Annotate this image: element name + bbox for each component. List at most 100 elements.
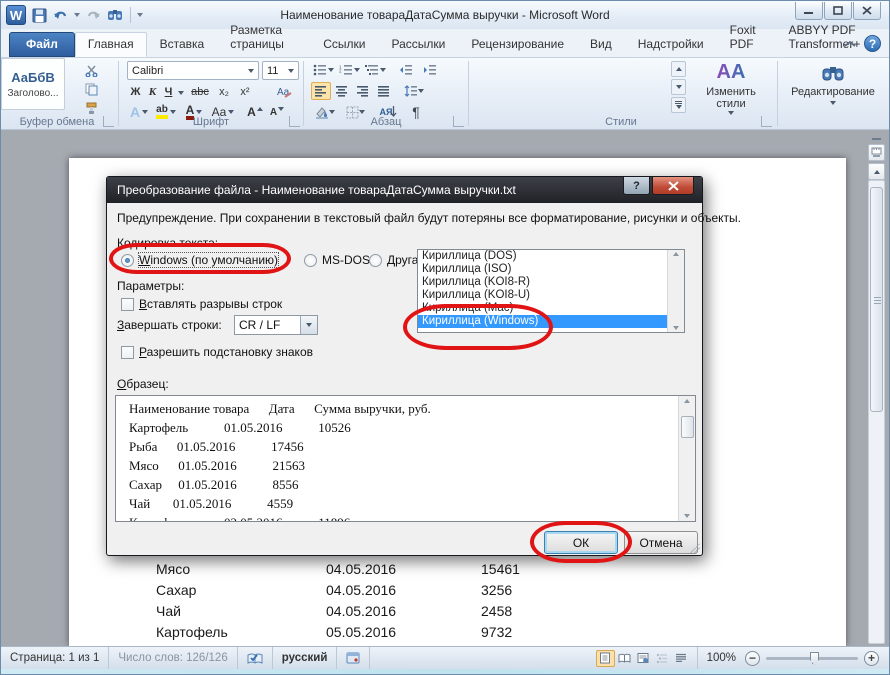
style-card[interactable]: АаБбВ Заголово... — [1, 58, 65, 110]
zoom-in-button[interactable]: + — [864, 651, 879, 666]
scrollbar-track[interactable] — [868, 180, 885, 644]
editing-button[interactable]: Редактирование — [783, 60, 883, 122]
undo-icon[interactable] — [52, 6, 70, 24]
language-indicator[interactable]: русский — [273, 647, 338, 669]
ribbon-tab[interactable]: Вид — [577, 32, 625, 57]
zoom-level[interactable]: 100% — [697, 647, 745, 669]
view-print-layout-button[interactable] — [596, 650, 615, 667]
strikethrough-button[interactable]: abc — [187, 83, 213, 101]
align-center-button[interactable] — [332, 82, 352, 100]
encoding-list-item[interactable]: Кириллица (DOS) — [418, 250, 668, 263]
view-outline-button[interactable] — [653, 650, 672, 667]
cut-icon[interactable] — [81, 62, 101, 79]
subscript-button[interactable]: x₂ — [214, 83, 234, 101]
word-count[interactable]: Число слов: 126/126 — [109, 647, 237, 669]
dialog-title-bar[interactable]: Преобразование файла - Наименование това… — [107, 177, 702, 203]
format-painter-icon[interactable] — [81, 100, 101, 117]
scrollbar-thumb[interactable] — [870, 187, 883, 412]
page-count[interactable]: Страница: 1 из 1 — [1, 647, 109, 669]
styles-more-icon[interactable] — [671, 97, 686, 113]
ribbon-tab[interactable]: Разметка страницы — [217, 18, 310, 57]
proofing-status[interactable] — [238, 647, 273, 669]
ribbon-tab[interactable]: Надстройки — [625, 32, 717, 57]
dialog-resize-grip[interactable] — [690, 543, 700, 553]
numbering-button[interactable]: 12 — [337, 61, 361, 79]
ribbon-tab[interactable]: Вставка — [147, 32, 218, 57]
justify-button[interactable] — [374, 82, 394, 100]
encoding-listbox[interactable]: Кириллица (DOS)Кириллица (ISO)Кириллица … — [417, 249, 685, 333]
find-icon[interactable] — [106, 6, 124, 24]
increase-indent-icon[interactable] — [419, 61, 441, 79]
bold-button[interactable]: Ж — [127, 83, 144, 101]
samplebox-scroll-thumb[interactable] — [681, 416, 694, 438]
line-spacing-button[interactable] — [401, 82, 427, 100]
scroll-up-icon[interactable] — [868, 163, 885, 180]
encoding-list-item[interactable]: Кириллица (KOI8-R) — [418, 276, 668, 289]
qat-customize-icon[interactable] — [137, 13, 143, 17]
view-draft-button[interactable] — [672, 650, 691, 667]
split-handle[interactable] — [868, 138, 885, 142]
encoding-list-item[interactable]: Кириллица (ISO) — [418, 263, 668, 276]
save-icon[interactable] — [30, 6, 48, 24]
font-name-combobox[interactable]: Calibri — [127, 61, 259, 80]
zoom-out-button[interactable]: − — [745, 651, 760, 666]
help-icon[interactable]: ? — [864, 35, 881, 52]
radio-windows-default[interactable]: Windows (по умолчанию) — [121, 253, 278, 267]
change-styles-button[interactable]: АА Изменить стили — [693, 60, 769, 122]
superscript-button[interactable]: x² — [235, 83, 255, 101]
multilevel-list-button[interactable] — [363, 61, 387, 79]
underline-button[interactable]: Ч — [161, 83, 176, 101]
allow-substitution-checkbox[interactable]: Разрешить подстановку знаков — [121, 345, 313, 359]
ribbon-tab[interactable]: Рецензирование — [458, 32, 577, 57]
doc-sum: 9732 — [481, 624, 512, 645]
ribbon-tab[interactable]: Файл — [9, 32, 75, 57]
underline-dropdown-icon[interactable] — [178, 91, 184, 95]
zoom-slider[interactable] — [766, 657, 858, 660]
clear-formatting-icon[interactable]: Aa — [273, 83, 295, 101]
italic-button[interactable]: К — [145, 83, 160, 101]
minimize-ribbon-icon[interactable] — [844, 40, 856, 48]
clipboard-dialog-launcher[interactable] — [103, 116, 114, 127]
radio-msdos[interactable]: MS-DOS — [304, 253, 370, 267]
encoding-list-item[interactable]: Кириллица (KOI8-U) — [418, 289, 668, 302]
ribbon-tab[interactable]: Рассылки — [379, 32, 459, 57]
encoding-list-item[interactable]: Кириллица (Windows) — [418, 315, 668, 328]
styles-scroll-down-icon[interactable] — [671, 79, 686, 95]
ruler-toggle-icon[interactable] — [868, 144, 885, 161]
listbox-scrollbar[interactable] — [667, 250, 684, 332]
macro-record-icon[interactable] — [337, 647, 370, 669]
samplebox-scroll-down-icon[interactable] — [684, 514, 690, 518]
styles-dialog-launcher[interactable] — [761, 116, 772, 127]
dialog-close-button[interactable] — [652, 177, 694, 195]
ribbon-tab[interactable]: Foxit PDF — [717, 18, 776, 57]
status-bar: Страница: 1 из 1 Число слов: 126/126 рус… — [1, 646, 889, 669]
view-web-layout-button[interactable] — [634, 650, 653, 667]
bullets-button[interactable] — [311, 61, 335, 79]
align-left-button[interactable] — [311, 82, 331, 100]
font-dialog-launcher[interactable] — [289, 116, 300, 127]
align-right-button[interactable] — [353, 82, 373, 100]
ok-button[interactable]: ОК — [544, 531, 618, 554]
sample-preview-box[interactable]: Наименование товара Дата Сумма выручки, … — [115, 395, 696, 522]
insert-line-breaks-checkbox[interactable]: Вставлять разрывы строк — [121, 297, 282, 311]
word-logo-icon[interactable]: W — [6, 5, 26, 25]
listbox-scroll-up-icon[interactable] — [673, 252, 679, 256]
cancel-button[interactable]: Отмена — [624, 531, 698, 554]
line-ending-combobox[interactable]: CR / LF — [234, 315, 318, 335]
undo-dropdown-icon[interactable] — [74, 13, 80, 17]
ribbon-tab[interactable]: Главная — [75, 32, 147, 57]
line-ending-dropdown-icon[interactable] — [300, 316, 317, 334]
encoding-list-item[interactable]: Кириллица (Mac) — [418, 302, 668, 315]
copy-icon[interactable] — [81, 81, 101, 98]
decrease-indent-icon[interactable] — [395, 61, 417, 79]
doc-sum: 15461 — [481, 561, 520, 582]
font-size-combobox[interactable]: 11 — [262, 61, 299, 80]
paragraph-dialog-launcher[interactable] — [453, 116, 464, 127]
listbox-scroll-down-icon[interactable] — [673, 326, 679, 330]
ribbon-tab[interactable]: Ссылки — [310, 32, 378, 57]
styles-scroll-up-icon[interactable] — [671, 61, 686, 77]
samplebox-scrollbar[interactable] — [678, 396, 695, 521]
dialog-help-button[interactable]: ? — [623, 177, 650, 195]
view-fullscreen-reading-button[interactable] — [615, 650, 634, 667]
samplebox-scroll-up-icon[interactable] — [684, 399, 690, 403]
